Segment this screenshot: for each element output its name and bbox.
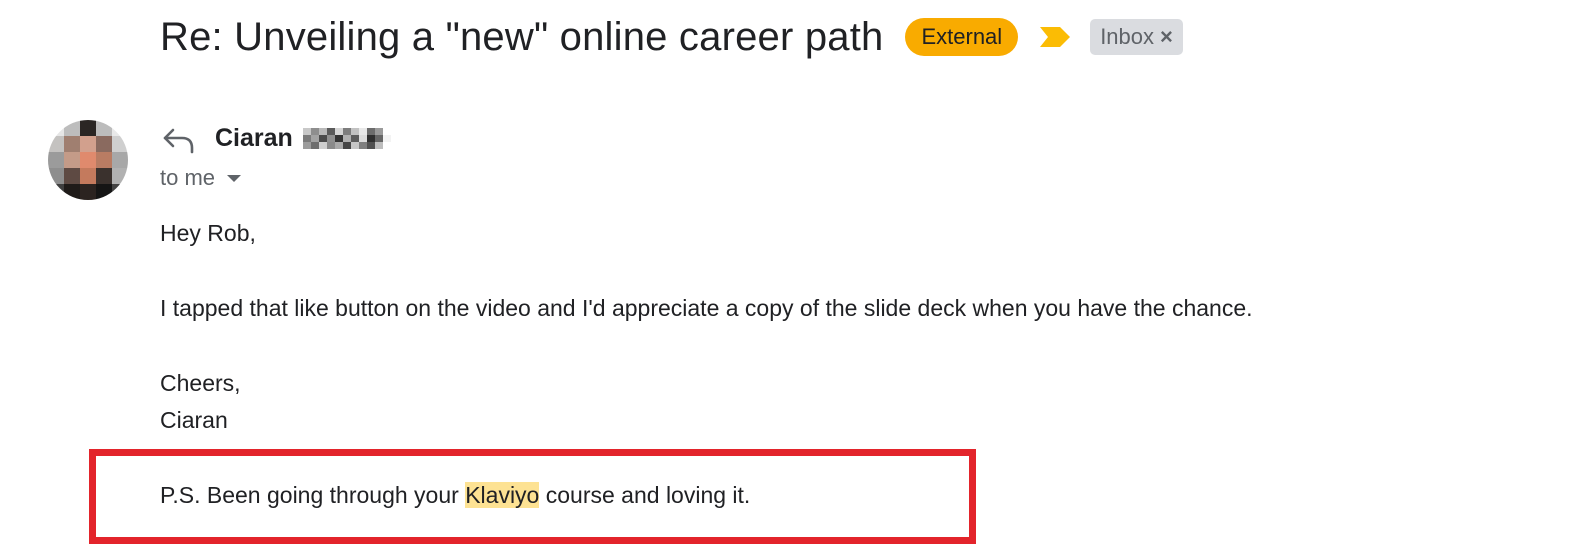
body-postscript: P.S. Been going through your Klaviyo cou…	[160, 482, 750, 509]
redacted-surname	[302, 128, 391, 149]
sender-avatar[interactable]	[48, 120, 128, 200]
body-greeting: Hey Rob,	[160, 220, 256, 246]
subject-row: Re: Unveiling a "new" online career path…	[160, 12, 1183, 62]
body-message: I tapped that like button on the video a…	[160, 295, 1253, 321]
caret-down-icon[interactable]	[227, 174, 242, 182]
sender-name[interactable]: Ciaran	[215, 124, 293, 153]
reply-arrow-icon[interactable]	[160, 124, 196, 156]
postscript-highlight: Klaviyo	[465, 482, 540, 508]
recipient-text: to me	[160, 165, 216, 190]
remove-label-icon[interactable]: ×	[1160, 25, 1173, 49]
email-subject: Re: Unveiling a "new" online career path	[160, 14, 884, 59]
recipient-row[interactable]: to me	[160, 165, 242, 191]
external-label[interactable]: External	[905, 18, 1019, 56]
sender-row: Ciaran	[215, 124, 391, 153]
inbox-label-text: Inbox	[1100, 24, 1155, 49]
postscript-suffix: course and loving it.	[539, 482, 751, 508]
importance-marker-icon[interactable]	[1038, 25, 1072, 49]
postscript-prefix: P.S. Been going through your	[160, 482, 466, 508]
body-signature: Ciaran	[160, 407, 228, 433]
body-signoff: Cheers,	[160, 370, 241, 396]
inbox-label[interactable]: Inbox ×	[1090, 19, 1183, 55]
